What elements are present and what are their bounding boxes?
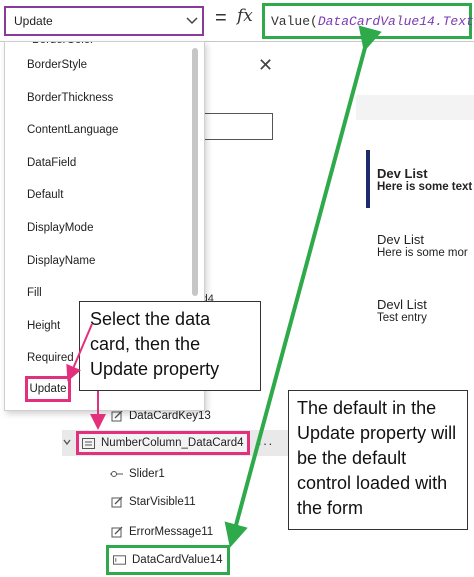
dropdown-item-cut-off: BorderColor xyxy=(32,42,94,46)
text-input-icon xyxy=(113,555,126,566)
callout-select-card: Select the data card, then the Update pr… xyxy=(79,301,261,391)
tree-item-slider1[interactable]: Slider1 xyxy=(110,461,165,487)
edit-icon xyxy=(110,410,123,422)
tree-item-label: Slider1 xyxy=(129,468,165,480)
tree-item-numbercolumn-datacard4[interactable]: NumberColumn_DataCard4 ··· xyxy=(62,430,290,456)
gallery-item-subtitle: Here is some text xyxy=(377,181,473,193)
gallery-item-title: Dev List xyxy=(377,166,428,181)
formula-input[interactable]: Value(DataCardValue14.Text) xyxy=(262,3,474,39)
gallery-item[interactable]: Dev List Here is some text xyxy=(377,166,472,193)
edit-icon xyxy=(110,496,123,508)
dropdown-item[interactable]: DisplayMode xyxy=(27,222,93,234)
gallery-item-title: Dev List xyxy=(377,232,424,247)
tree-item-starvisible11[interactable]: StarVisible11 xyxy=(110,489,196,515)
selected-item-indicator xyxy=(366,150,370,208)
dropdown-item[interactable]: Fill xyxy=(27,287,42,299)
fx-icon: fx xyxy=(237,6,253,26)
close-icon[interactable]: ✕ xyxy=(258,55,273,76)
dropdown-item[interactable]: Default xyxy=(27,189,63,201)
gallery-item[interactable]: Dev List Here is some mor xyxy=(377,232,468,259)
card-icon xyxy=(82,437,95,449)
edit-icon xyxy=(110,526,123,538)
tree-item-label: NumberColumn_DataCard4 xyxy=(101,437,244,449)
tree-item-label: DataCardKey13 xyxy=(129,410,211,422)
gallery-item-subtitle: Test entry xyxy=(377,312,427,324)
formula-text: Value(DataCardValue14.Text) xyxy=(271,14,474,29)
gallery-item-subtitle: Here is some mor xyxy=(377,247,468,259)
formula-bar: Update = fx Value(DataCardValue14.Text) xyxy=(0,0,474,42)
tree-item-label: ErrorMessage11 xyxy=(129,526,214,538)
tree-search-input[interactable] xyxy=(200,113,273,140)
dropdown-item-update[interactable]: Update xyxy=(25,376,71,402)
callout-default-note: The default in the Update property will … xyxy=(288,390,468,530)
property-selector-value: Update xyxy=(14,14,53,28)
dropdown-item[interactable]: Height xyxy=(27,320,60,332)
property-selector[interactable]: Update xyxy=(4,6,204,36)
gallery-item[interactable]: Devl List Test entry xyxy=(377,297,427,324)
dropdown-item[interactable]: Required xyxy=(27,352,74,364)
tree-item-datacardvalue14[interactable]: DataCardValue14 xyxy=(106,545,230,575)
dropdown-item[interactable]: ContentLanguage xyxy=(27,124,118,136)
dropdown-scrollbar[interactable] xyxy=(192,48,198,296)
dropdown-item[interactable]: BorderStyle xyxy=(27,59,87,71)
tree-item-errormessage11[interactable]: ErrorMessage11 xyxy=(110,519,213,545)
selected-data-card[interactable]: NumberColumn_DataCard4 xyxy=(76,431,250,455)
chevron-down-icon[interactable] xyxy=(184,12,200,28)
tree-item-label: DataCardValue14 xyxy=(132,554,223,566)
dropdown-item[interactable]: DataField xyxy=(27,157,76,169)
gallery-item-title: Devl List xyxy=(377,297,427,312)
chevron-down-icon[interactable] xyxy=(62,437,72,449)
more-options-icon[interactable]: ··· xyxy=(258,436,274,451)
tree-item-label: StarVisible11 xyxy=(129,496,196,508)
dropdown-item[interactable]: DisplayName xyxy=(27,255,95,267)
dropdown-item[interactable]: BorderThickness xyxy=(27,92,113,104)
equals-sign: = xyxy=(215,7,227,29)
slider-icon xyxy=(110,469,123,480)
